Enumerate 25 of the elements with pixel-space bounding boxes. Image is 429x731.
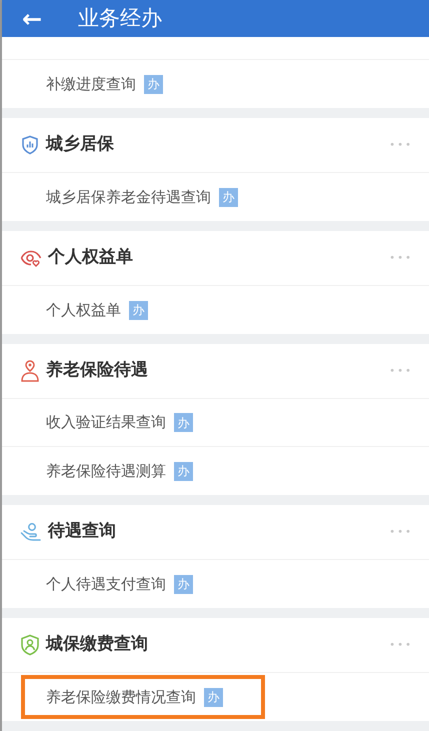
handle-badge: 办 (219, 188, 238, 206)
shield-icon (20, 135, 40, 155)
hand-icon (20, 522, 42, 542)
handle-badge: 办 (144, 74, 163, 94)
back-button[interactable]: ← (22, 6, 42, 30)
section-title: 养老保险待遇 (46, 359, 149, 382)
service-item[interactable]: 个人权益单 办 (2, 288, 148, 332)
handle-badge: 办 (204, 688, 223, 706)
service-item[interactable]: 养老保险缴费情况查询 办 (21, 675, 265, 719)
section-title: 待遇查询 (48, 520, 117, 544)
handle-badge: 办 (174, 462, 193, 480)
service-item[interactable]: 个人待遇支付查询 办 (2, 562, 193, 606)
shield-icon (20, 634, 40, 656)
section-title: 城保缴费查询 (46, 633, 149, 656)
handle-badge: 办 (174, 413, 193, 432)
service-item[interactable]: 城乡居保养老金待遇查询 办 (2, 175, 238, 219)
page-title: 业务经办 (78, 4, 162, 32)
handle-badge: 办 (174, 574, 193, 594)
handle-badge: 办 (129, 300, 148, 320)
eye-icon (20, 248, 42, 268)
section-title: 个人权益单 (48, 246, 134, 270)
service-item[interactable]: 养老保险待遇测算 办 (2, 449, 193, 493)
person-icon (20, 360, 40, 382)
section-title: 城乡居保 (46, 133, 115, 156)
service-item[interactable]: 收入验证结果查询 办 (2, 400, 193, 444)
